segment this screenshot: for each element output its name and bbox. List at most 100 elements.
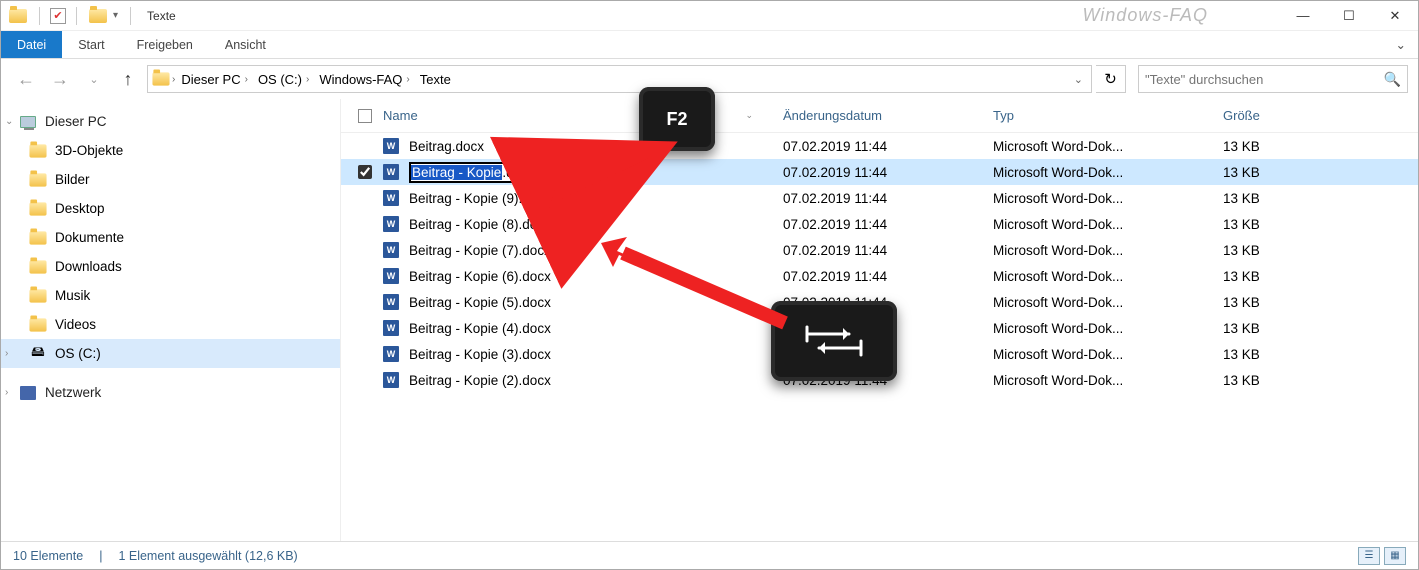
file-size: 13 KB bbox=[1223, 321, 1343, 336]
select-all-checkbox[interactable] bbox=[358, 109, 372, 123]
minimize-button[interactable]: — bbox=[1280, 1, 1326, 31]
table-row[interactable]: WBeitrag - Kopie (8).docx07.02.2019 11:4… bbox=[341, 211, 1418, 237]
breadcrumb-folder-icon bbox=[152, 71, 170, 87]
folder-icon bbox=[29, 259, 47, 275]
column-type[interactable]: Typ bbox=[993, 108, 1223, 123]
file-type: Microsoft Word-Dok... bbox=[993, 373, 1223, 388]
network-icon bbox=[19, 385, 37, 401]
view-thumbnails-button[interactable]: ▦ bbox=[1384, 547, 1406, 565]
word-doc-icon: W bbox=[383, 320, 399, 336]
chevron-right-icon[interactable]: › bbox=[5, 387, 8, 398]
annotation-arrow-tab bbox=[597, 233, 797, 353]
file-name: Beitrag - Kopie (2).docx bbox=[409, 373, 551, 388]
view-details-button[interactable]: ☰ bbox=[1358, 547, 1380, 565]
nav-back-button[interactable]: ← bbox=[11, 64, 41, 94]
sidebar-this-pc[interactable]: ⌄ Dieser PC bbox=[1, 107, 340, 136]
sidebar-item-music[interactable]: Musik bbox=[1, 281, 340, 310]
file-type: Microsoft Word-Dok... bbox=[993, 321, 1223, 336]
nav-forward-button[interactable]: → bbox=[45, 64, 75, 94]
table-row[interactable]: WBeitrag.docx07.02.2019 11:44Microsoft W… bbox=[341, 133, 1418, 159]
file-type: Microsoft Word-Dok... bbox=[993, 217, 1223, 232]
sidebar: ⌄ Dieser PC 3D-Objekte Bilder Desktop Do… bbox=[1, 99, 341, 541]
tab-icon bbox=[799, 321, 869, 361]
sidebar-item-label: Bilder bbox=[55, 172, 90, 187]
watermark-text: Windows-FAQ bbox=[1082, 5, 1208, 26]
file-date: 07.02.2019 11:44 bbox=[783, 191, 993, 206]
breadcrumb-seg-1[interactable]: OS (C:)› bbox=[254, 72, 313, 87]
file-size: 13 KB bbox=[1223, 217, 1343, 232]
file-size: 13 KB bbox=[1223, 165, 1343, 180]
word-doc-icon: W bbox=[383, 190, 399, 206]
table-row[interactable]: WBeitrag - Kopie (7).docx07.02.2019 11:4… bbox=[341, 237, 1418, 263]
file-name: Beitrag.docx bbox=[409, 139, 484, 154]
close-button[interactable]: ✕ bbox=[1372, 1, 1418, 31]
breadcrumb-dropdown-icon[interactable]: ⌄ bbox=[1074, 73, 1087, 86]
sort-indicator-icon: ⌄ bbox=[745, 110, 753, 121]
chevron-right-icon[interactable]: › bbox=[5, 348, 8, 359]
sidebar-item-label: 3D-Objekte bbox=[55, 143, 123, 158]
word-doc-icon: W bbox=[383, 216, 399, 232]
ribbon-expand-button[interactable]: ⌄ bbox=[1384, 31, 1418, 58]
file-date: 07.02.2019 11:44 bbox=[783, 269, 993, 284]
refresh-button[interactable]: ↻ bbox=[1096, 65, 1126, 93]
qat-dropdown-icon[interactable]: ▾ bbox=[113, 10, 118, 21]
sidebar-item-label: Musik bbox=[55, 288, 90, 303]
table-row[interactable]: WBeitrag - Kopie.docx07.02.2019 11:44Mic… bbox=[341, 159, 1418, 185]
breadcrumb-seg-0[interactable]: Dieser PC› bbox=[177, 72, 252, 87]
sidebar-item-label: Dokumente bbox=[55, 230, 124, 245]
table-row[interactable]: W Beitrag - Kopie (9).docx 07.02.2019 11:4… bbox=[341, 185, 1418, 211]
sidebar-item-label: Videos bbox=[55, 317, 96, 332]
chevron-down-icon[interactable]: ⌄ bbox=[5, 116, 13, 127]
sidebar-item-pictures[interactable]: Bilder bbox=[1, 165, 340, 194]
sidebar-item-drive-c[interactable]: › 🖴 OS (C:) bbox=[1, 339, 340, 368]
status-count: 10 Elemente bbox=[13, 549, 83, 563]
sidebar-item-3dobjects[interactable]: 3D-Objekte bbox=[1, 136, 340, 165]
row-checkbox[interactable] bbox=[358, 165, 372, 179]
file-date: 07.02.2019 11:44 bbox=[783, 243, 993, 258]
nav-history-button[interactable]: ⌄ bbox=[79, 64, 109, 94]
search-input[interactable] bbox=[1145, 72, 1384, 87]
qat-folder-icon[interactable] bbox=[87, 5, 109, 27]
sidebar-item-label: Dieser PC bbox=[45, 114, 107, 129]
file-type: Microsoft Word-Dok... bbox=[993, 191, 1223, 206]
sidebar-item-label: OS (C:) bbox=[55, 346, 101, 361]
sidebar-item-label: Downloads bbox=[55, 259, 122, 274]
file-size: 13 KB bbox=[1223, 269, 1343, 284]
file-size: 13 KB bbox=[1223, 243, 1343, 258]
folder-icon bbox=[29, 201, 47, 217]
file-size: 13 KB bbox=[1223, 191, 1343, 206]
tab-file[interactable]: Datei bbox=[1, 31, 62, 58]
qat-properties-icon[interactable]: ✔ bbox=[50, 8, 66, 24]
file-name: Beitrag - Kopie (9).docx bbox=[409, 191, 551, 206]
folder-icon bbox=[29, 143, 47, 159]
search-box[interactable]: 🔍 bbox=[1138, 65, 1408, 93]
column-date[interactable]: Änderungsdatum bbox=[783, 108, 993, 123]
column-size[interactable]: Größe bbox=[1223, 108, 1343, 123]
file-size: 13 KB bbox=[1223, 139, 1343, 154]
breadcrumb-seg-2[interactable]: Windows-FAQ› bbox=[315, 72, 413, 87]
folder-icon bbox=[29, 317, 47, 333]
tab-share[interactable]: Freigeben bbox=[121, 31, 209, 58]
file-size: 13 KB bbox=[1223, 295, 1343, 310]
tab-view[interactable]: Ansicht bbox=[209, 31, 282, 58]
tab-start[interactable]: Start bbox=[62, 31, 120, 58]
sidebar-item-desktop[interactable]: Desktop bbox=[1, 194, 340, 223]
file-size: 13 KB bbox=[1223, 373, 1343, 388]
file-date: 07.02.2019 11:44 bbox=[783, 165, 993, 180]
maximize-button[interactable]: ☐ bbox=[1326, 1, 1372, 31]
breadcrumb-seg-3[interactable]: Texte bbox=[416, 72, 455, 87]
sidebar-item-documents[interactable]: Dokumente bbox=[1, 223, 340, 252]
rename-input[interactable]: Beitrag - Kopie.docx bbox=[409, 162, 543, 183]
sidebar-item-downloads[interactable]: Downloads bbox=[1, 252, 340, 281]
sidebar-item-videos[interactable]: Videos bbox=[1, 310, 340, 339]
drive-icon: 🖴 bbox=[29, 346, 47, 362]
file-type: Microsoft Word-Dok... bbox=[993, 243, 1223, 258]
table-row[interactable]: WBeitrag - Kopie (6).docx07.02.2019 11:4… bbox=[341, 263, 1418, 289]
column-name[interactable]: Name ⌄ bbox=[383, 108, 783, 123]
breadcrumb[interactable]: › Dieser PC› OS (C:)› Windows-FAQ› Texte… bbox=[147, 65, 1092, 93]
nav-up-button[interactable]: ↑ bbox=[113, 64, 143, 94]
file-name: Beitrag - Kopie (7).docx bbox=[409, 243, 551, 258]
sidebar-network[interactable]: › Netzwerk bbox=[1, 378, 340, 407]
word-doc-icon: W bbox=[383, 294, 399, 310]
file-type: Microsoft Word-Dok... bbox=[993, 139, 1223, 154]
